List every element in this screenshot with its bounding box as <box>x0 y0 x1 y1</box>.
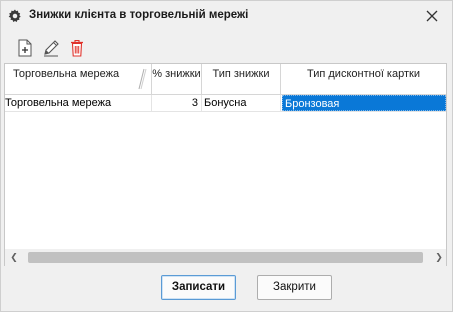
scroll-right-icon[interactable]: ❯ <box>433 251 445 263</box>
column-header-percent[interactable]: % знижки <box>152 64 202 94</box>
add-button[interactable] <box>15 37 35 59</box>
column-header-discount-type[interactable]: Тип знижки <box>202 64 281 94</box>
cell-network[interactable]: Торговельна мережа <box>5 95 152 111</box>
dialog-window: Знижки клієнта в торговельній мережі Тор… <box>0 0 453 312</box>
delete-button[interactable] <box>67 37 87 59</box>
column-header-network[interactable]: Торговельна мережа <box>5 64 152 94</box>
cell-discount-type[interactable]: Бонусна <box>202 95 281 111</box>
edit-pencil-icon <box>44 40 59 57</box>
save-button[interactable]: Записати <box>161 275 236 300</box>
title-bar: Знижки клієнта в торговельній мережі <box>1 1 452 32</box>
close-button[interactable]: Закрити <box>257 275 332 300</box>
column-header-card-type[interactable]: Тип дисконтної картки <box>281 64 446 94</box>
cell-card-type[interactable]: Бронзовая <box>282 95 446 111</box>
edit-button[interactable] <box>41 37 61 59</box>
scrollbar-thumb[interactable] <box>28 252 423 263</box>
cell-percent[interactable]: 3 <box>152 95 202 111</box>
delete-trash-icon <box>71 39 83 57</box>
add-icon <box>18 39 32 57</box>
toolbar <box>15 37 87 61</box>
table-header: Торговельна мережа % знижки Тип знижки Т… <box>5 64 446 95</box>
close-icon[interactable] <box>424 8 440 24</box>
horizontal-scrollbar[interactable]: ❮ ❯ <box>5 249 446 266</box>
gear-icon <box>8 9 21 22</box>
discounts-table[interactable]: Торговельна мережа % знижки Тип знижки Т… <box>4 63 447 266</box>
sort-indicator-icon <box>138 68 147 90</box>
table-row[interactable]: Торговельна мережа 3 Бонусна Бронзовая <box>5 95 446 112</box>
dialog-title: Знижки клієнта в торговельній мережі <box>29 9 249 21</box>
scroll-left-icon[interactable]: ❮ <box>8 251 20 263</box>
